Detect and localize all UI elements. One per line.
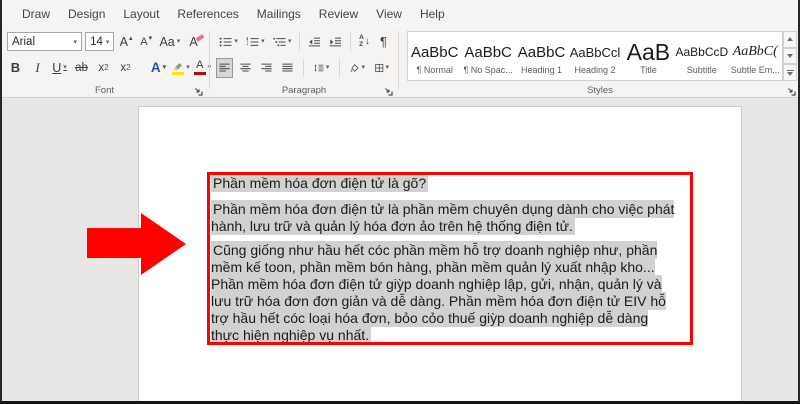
bold-button[interactable]: B bbox=[7, 58, 24, 78]
font-size-value: 14 bbox=[90, 36, 103, 48]
sort-button[interactable]: AZ bbox=[356, 32, 373, 52]
text-effects-button[interactable]: A bbox=[150, 58, 167, 78]
show-paragraph-marks-button[interactable]: ¶ bbox=[375, 32, 392, 52]
divider bbox=[299, 33, 300, 51]
align-center-button[interactable] bbox=[237, 58, 254, 78]
superscript-button[interactable]: x2 bbox=[117, 58, 134, 78]
style-item-no-spacing[interactable]: AaBbC ¶ No Spac... bbox=[461, 32, 514, 80]
tab-view[interactable]: View bbox=[367, 0, 411, 27]
highlight-color-bar bbox=[172, 72, 184, 75]
chevron-down-icon: ▾ bbox=[106, 38, 110, 46]
red-annotation-box bbox=[207, 172, 693, 345]
ribbon: Arial ▾ 14 ▾ A▴ A▾ Aa A B I U ab x2 x2 bbox=[2, 27, 798, 98]
strikethrough-button[interactable]: ab bbox=[73, 58, 90, 78]
more-styles-icon bbox=[787, 70, 794, 76]
font-name-combobox[interactable]: Arial ▾ bbox=[7, 32, 82, 51]
justify-button[interactable] bbox=[279, 58, 296, 78]
document-page[interactable]: Phần mềm hóa đơn điện tử là gõ? Phần mềm… bbox=[138, 106, 742, 404]
paint-bucket-icon bbox=[350, 62, 359, 74]
italic-button[interactable]: I bbox=[29, 58, 46, 78]
paragraph-group: AZ ¶ bbox=[211, 27, 397, 97]
arrow-up-icon bbox=[787, 37, 793, 41]
borders-icon bbox=[375, 62, 384, 74]
align-center-icon bbox=[240, 62, 251, 73]
word-window: Draw Design Layout References Mailings R… bbox=[0, 0, 800, 404]
align-left-icon bbox=[219, 62, 230, 73]
shading-button[interactable] bbox=[347, 58, 368, 78]
multilevel-list-icon bbox=[273, 36, 286, 48]
styles-group-label: Styles bbox=[400, 85, 800, 96]
bullet-list-button[interactable] bbox=[216, 32, 241, 52]
grow-font-button[interactable]: A▴ bbox=[117, 32, 134, 52]
style-item-normal[interactable]: AaBbC ¶ Normal bbox=[408, 32, 461, 80]
font-dialog-launcher-icon[interactable] bbox=[193, 84, 204, 95]
change-case-button[interactable]: Aa bbox=[158, 32, 182, 52]
paragraph-group-label: Paragraph bbox=[211, 85, 397, 96]
style-item-heading2[interactable]: AaBbCcl Heading 2 bbox=[568, 32, 621, 80]
decrease-indent-button[interactable] bbox=[305, 32, 324, 52]
align-left-button[interactable] bbox=[216, 58, 233, 78]
subscript-button[interactable]: x2 bbox=[95, 58, 112, 78]
tab-mailings[interactable]: Mailings bbox=[248, 0, 310, 27]
tab-draw[interactable]: Draw bbox=[13, 0, 59, 27]
numbered-list-button[interactable] bbox=[243, 32, 268, 52]
style-item-subtle-emphasis[interactable]: AaBbC( Subtle Em... bbox=[729, 32, 782, 80]
paragraph-dialog-launcher-icon[interactable] bbox=[383, 84, 394, 95]
justify-icon bbox=[282, 62, 293, 73]
styles-group: AaBbC ¶ Normal AaBbC ¶ No Spac... AaBbC … bbox=[400, 27, 800, 97]
font-group: Arial ▾ 14 ▾ A▴ A▾ Aa A B I U ab x2 x2 bbox=[2, 27, 207, 97]
tab-design[interactable]: Design bbox=[59, 0, 114, 27]
font-group-label: Font bbox=[2, 85, 207, 96]
styles-scroll-down-button[interactable] bbox=[783, 48, 797, 65]
increase-indent-button[interactable] bbox=[326, 32, 345, 52]
divider bbox=[303, 59, 304, 77]
underline-button[interactable]: U bbox=[51, 58, 68, 78]
styles-gallery: AaBbC ¶ Normal AaBbC ¶ No Spac... AaBbC … bbox=[407, 31, 783, 81]
styles-more-button[interactable] bbox=[783, 64, 797, 81]
ribbon-tab-row: Draw Design Layout References Mailings R… bbox=[2, 0, 798, 27]
decrease-indent-icon bbox=[308, 36, 321, 48]
shrink-font-button[interactable]: A▾ bbox=[138, 32, 155, 52]
group-separator bbox=[209, 31, 210, 89]
chevron-down-icon: ▾ bbox=[74, 38, 78, 46]
bullet-list-icon bbox=[219, 36, 232, 48]
styles-gallery-scrollbar bbox=[783, 31, 797, 81]
tab-references[interactable]: References bbox=[168, 0, 247, 27]
line-spacing-icon bbox=[314, 62, 324, 74]
highlighter-icon bbox=[171, 61, 184, 75]
clear-formatting-button[interactable]: A bbox=[185, 32, 202, 52]
caret-down-icon: ▾ bbox=[149, 34, 153, 42]
font-size-combobox[interactable]: 14 ▾ bbox=[85, 32, 114, 51]
font-name-value: Arial bbox=[12, 36, 35, 48]
caret-up-icon: ▴ bbox=[129, 34, 133, 42]
divider bbox=[350, 33, 351, 51]
style-item-heading1[interactable]: AaBbC Heading 1 bbox=[515, 32, 568, 80]
style-item-title[interactable]: AaB Title bbox=[622, 32, 675, 80]
red-arrow-icon bbox=[87, 228, 142, 258]
divider bbox=[339, 59, 340, 77]
group-separator bbox=[398, 31, 399, 89]
style-item-subtitle[interactable]: AaBbCcD Subtitle bbox=[675, 32, 728, 80]
font-color-bar bbox=[194, 72, 206, 75]
tab-layout[interactable]: Layout bbox=[114, 0, 168, 27]
styles-dialog-launcher-icon[interactable] bbox=[786, 84, 797, 95]
text-highlight-button[interactable] bbox=[172, 58, 189, 78]
increase-indent-icon bbox=[329, 36, 342, 48]
tab-help[interactable]: Help bbox=[411, 0, 454, 27]
numbered-list-icon bbox=[246, 36, 259, 48]
styles-scroll-up-button[interactable] bbox=[783, 31, 797, 48]
align-right-icon bbox=[261, 62, 272, 73]
arrow-down-icon bbox=[787, 54, 793, 58]
borders-button[interactable] bbox=[372, 58, 392, 78]
align-right-button[interactable] bbox=[258, 58, 275, 78]
line-spacing-button[interactable] bbox=[311, 58, 333, 78]
multilevel-list-button[interactable] bbox=[270, 32, 295, 52]
tab-review[interactable]: Review bbox=[310, 0, 367, 27]
red-arrow-head-icon bbox=[141, 213, 186, 275]
